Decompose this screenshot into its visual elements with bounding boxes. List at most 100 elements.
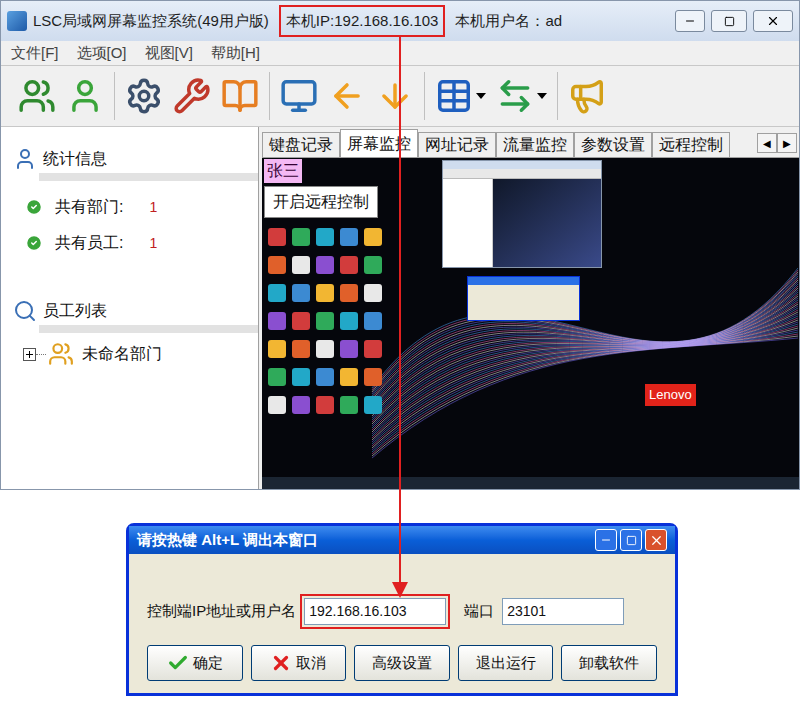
dialog-title-bar: 请按热键 Alt+L 调出本窗口 — [129, 526, 675, 554]
dialog-button[interactable]: 高级设置 — [354, 645, 450, 681]
check-icon — [25, 234, 43, 252]
toolbar-button[interactable] — [563, 70, 611, 122]
desktop-icon[interactable] — [316, 284, 334, 302]
megaphone-icon — [568, 77, 606, 115]
text-field[interactable]: 192.168.16.103 — [304, 598, 446, 625]
tab[interactable]: 流量监控 — [496, 132, 574, 157]
desktop-icon[interactable] — [364, 228, 382, 246]
text-field[interactable]: 23101 — [502, 598, 624, 625]
desktop-icon[interactable] — [292, 368, 310, 386]
main-window: LSC局域网屏幕监控系统(49用户版)本机IP:192.168.16.103本机… — [0, 0, 800, 490]
wallpaper-logo: Lenovo — [645, 384, 696, 406]
tab[interactable]: 参数设置 — [574, 132, 652, 157]
tools-icon — [173, 77, 211, 115]
arrow-down-icon — [376, 77, 414, 115]
toolbar-button[interactable] — [168, 70, 216, 122]
dropdown-arrow-icon[interactable] — [476, 93, 486, 99]
remote-control-button[interactable]: 开启远程控制 — [264, 186, 378, 218]
toolbar-button[interactable] — [491, 70, 552, 122]
desktop-icon[interactable] — [316, 368, 334, 386]
desktop-icon[interactable] — [364, 340, 382, 358]
desktop-icon[interactable] — [292, 396, 310, 414]
desktop-icon[interactable] — [292, 340, 310, 358]
desktop-icon[interactable] — [268, 396, 286, 414]
dialog-button[interactable]: 确定 — [147, 645, 243, 681]
books-icon — [221, 77, 259, 115]
toolbar-button[interactable] — [120, 70, 168, 122]
field-row: 控制端IP地址或用户名192.168.16.103端口23101 — [147, 594, 657, 629]
toolbar-button[interactable] — [371, 70, 419, 122]
desktop-icon[interactable] — [268, 368, 286, 386]
dialog-maximize-button[interactable] — [620, 529, 642, 551]
dialog-minimize-button[interactable] — [595, 529, 617, 551]
tab-scroll-button[interactable]: ▶ — [777, 133, 797, 153]
menu-item[interactable]: 帮助[H] — [211, 42, 260, 65]
desktop-icon[interactable] — [364, 256, 382, 274]
desktop-icon[interactable] — [340, 312, 358, 330]
desktop-icon[interactable] — [316, 340, 334, 358]
desktop-icon[interactable] — [364, 396, 382, 414]
maximize-button[interactable] — [711, 10, 747, 32]
desktop-icon[interactable] — [364, 368, 382, 386]
nested-window — [442, 160, 602, 268]
toolbar-separator — [424, 72, 425, 120]
tab[interactable]: 远程控制 — [652, 132, 730, 157]
desktop-icon[interactable] — [364, 312, 382, 330]
menu-item[interactable]: 视图[V] — [145, 42, 193, 65]
desktop-icon[interactable] — [292, 312, 310, 330]
desktop-icon[interactable] — [268, 228, 286, 246]
stats-item: 共有部门:1 — [25, 195, 234, 219]
tree-item[interactable]: 未命名部门 — [1, 341, 258, 367]
desktop-icon[interactable] — [340, 340, 358, 358]
dialog-button[interactable]: 退出运行 — [458, 645, 554, 681]
tab[interactable]: 屏幕监控 — [340, 129, 418, 157]
desktop-icon[interactable] — [292, 256, 310, 274]
menu-item[interactable]: 选项[O] — [77, 42, 127, 65]
app-icon — [7, 11, 27, 31]
content: 统计信息共有部门:1共有员工:1员工列表未命名部门键盘记录屏幕监控网址记录流量监… — [1, 127, 799, 489]
toolbar-button[interactable] — [323, 70, 371, 122]
desktop-icon[interactable] — [292, 284, 310, 302]
desktop-icon[interactable] — [340, 256, 358, 274]
minimize-button[interactable] — [675, 10, 705, 32]
desktop-icon[interactable] — [364, 284, 382, 302]
toolbar-button[interactable] — [13, 70, 61, 122]
desktop-icon[interactable] — [316, 228, 334, 246]
desktop-icon[interactable] — [340, 284, 358, 302]
toolbar-button[interactable] — [61, 70, 109, 122]
desktop-icon[interactable] — [340, 396, 358, 414]
desktop-icon[interactable] — [316, 396, 334, 414]
tab[interactable]: 键盘记录 — [262, 132, 340, 157]
desktop-icon[interactable] — [340, 368, 358, 386]
desktop-icon[interactable] — [268, 312, 286, 330]
title-bar: LSC局域网屏幕监控系统(49用户版)本机IP:192.168.16.103本机… — [1, 1, 799, 41]
tab[interactable]: 网址记录 — [418, 132, 496, 157]
dropdown-arrow-icon[interactable] — [537, 93, 547, 99]
grid-icon — [435, 77, 473, 115]
dialog-button[interactable]: 卸载软件 — [561, 645, 657, 681]
desktop-icon[interactable] — [316, 312, 334, 330]
toolbar-button[interactable] — [216, 70, 264, 122]
desktop-icon[interactable] — [316, 256, 334, 274]
annotation-arrow-icon — [0, 0, 800, 703]
close-button[interactable] — [753, 10, 793, 32]
client-dialog: 请按热键 Alt+L 调出本窗口控制端IP地址或用户名192.168.16.10… — [126, 523, 678, 696]
desktop-icon[interactable] — [292, 228, 310, 246]
desktop-icon[interactable] — [268, 340, 286, 358]
desktop-icon[interactable] — [340, 228, 358, 246]
tab-scroll-button[interactable]: ◀ — [757, 133, 777, 153]
stats-icon — [13, 147, 37, 171]
desktop-icon[interactable] — [268, 284, 286, 302]
menu-item[interactable]: 文件[F] — [11, 42, 59, 65]
remote-screen: Lenovo张三开启远程控制 — [262, 157, 799, 489]
toolbar-button[interactable] — [430, 70, 491, 122]
dialog-close-button[interactable] — [645, 529, 667, 551]
expander-icon[interactable] — [23, 348, 36, 361]
users-icon — [18, 77, 56, 115]
stats-item: 共有员工:1 — [25, 231, 234, 255]
dialog-button[interactable]: 取消 — [251, 645, 347, 681]
toolbar-separator — [557, 72, 558, 120]
check-icon — [167, 652, 189, 674]
toolbar-button[interactable] — [275, 70, 323, 122]
desktop-icon[interactable] — [268, 256, 286, 274]
